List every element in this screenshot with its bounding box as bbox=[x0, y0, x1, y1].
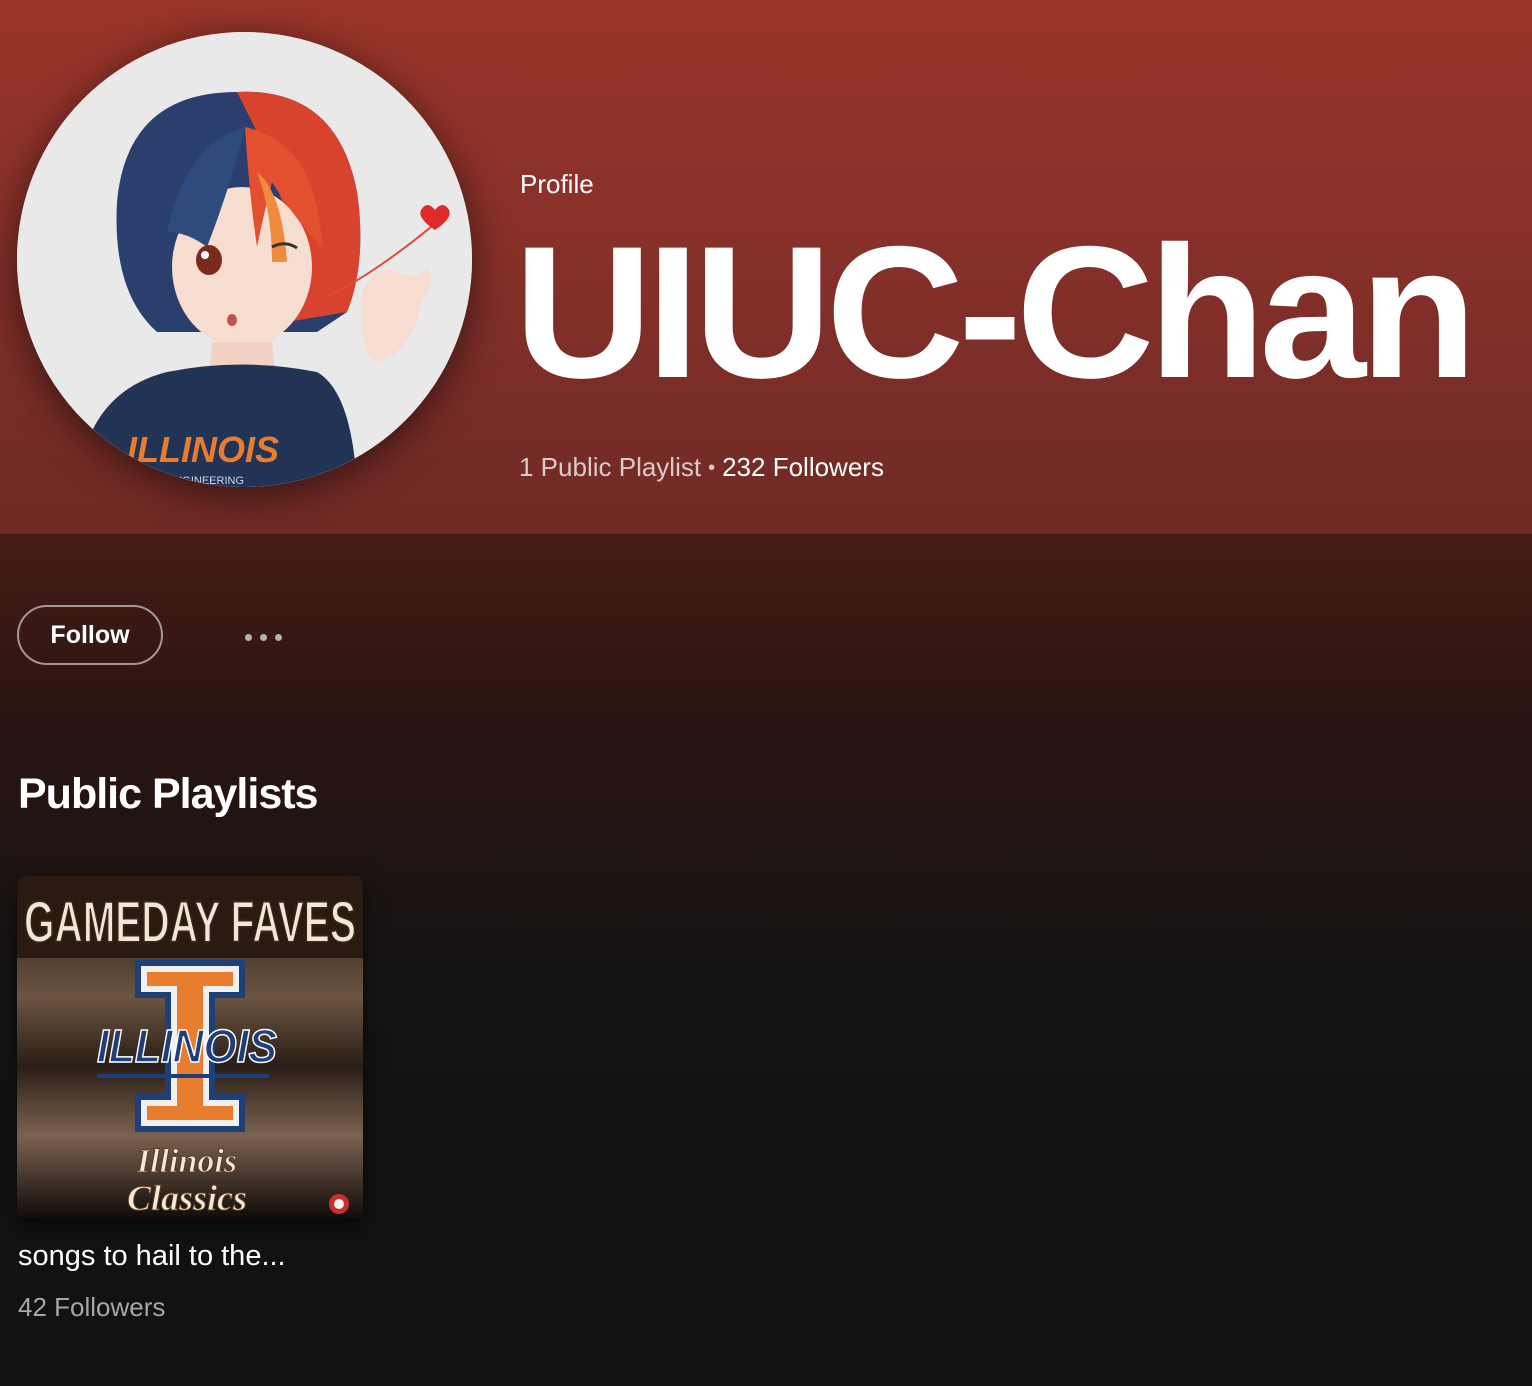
svg-text:GAMEDAY FAVES: GAMEDAY FAVES bbox=[24, 890, 356, 955]
more-dot bbox=[259, 633, 267, 641]
profile-stats: 1 Public Playlist • 232 Followers bbox=[519, 452, 884, 483]
followers-count[interactable]: 232 Followers bbox=[722, 452, 884, 482]
anime-avatar-illustration: ILLINOIS ENGINEERING bbox=[17, 32, 472, 487]
playlist-title[interactable]: songs to hail to the... bbox=[18, 1240, 286, 1273]
svg-text:Classics: Classics bbox=[127, 1178, 247, 1218]
playlist-cover[interactable]: GAMEDAY FAVES ILLINOIS Illinois Classics bbox=[17, 876, 363, 1222]
profile-avatar: ILLINOIS ENGINEERING bbox=[17, 32, 472, 487]
svg-text:ILLINOIS: ILLINOIS bbox=[97, 1020, 277, 1072]
more-options-icon[interactable] bbox=[232, 620, 294, 654]
playlist-followers: 42 Followers bbox=[18, 1292, 166, 1322]
follow-button[interactable]: Follow bbox=[17, 605, 163, 665]
gameday-faves-cover-art: GAMEDAY FAVES ILLINOIS Illinois Classics bbox=[17, 876, 363, 1222]
more-dot bbox=[244, 633, 252, 641]
profile-type-label: Profile bbox=[520, 169, 594, 199]
more-dot bbox=[274, 633, 282, 641]
svg-text:ILLINOIS: ILLINOIS bbox=[127, 429, 279, 470]
svg-text:Illinois: Illinois bbox=[136, 1143, 237, 1180]
public-playlists-heading[interactable]: Public Playlists bbox=[18, 770, 318, 819]
public-playlist-count[interactable]: 1 Public Playlist bbox=[519, 452, 701, 482]
stats-separator: • bbox=[708, 457, 716, 479]
profile-name: UIUC-Chan bbox=[514, 207, 1477, 417]
